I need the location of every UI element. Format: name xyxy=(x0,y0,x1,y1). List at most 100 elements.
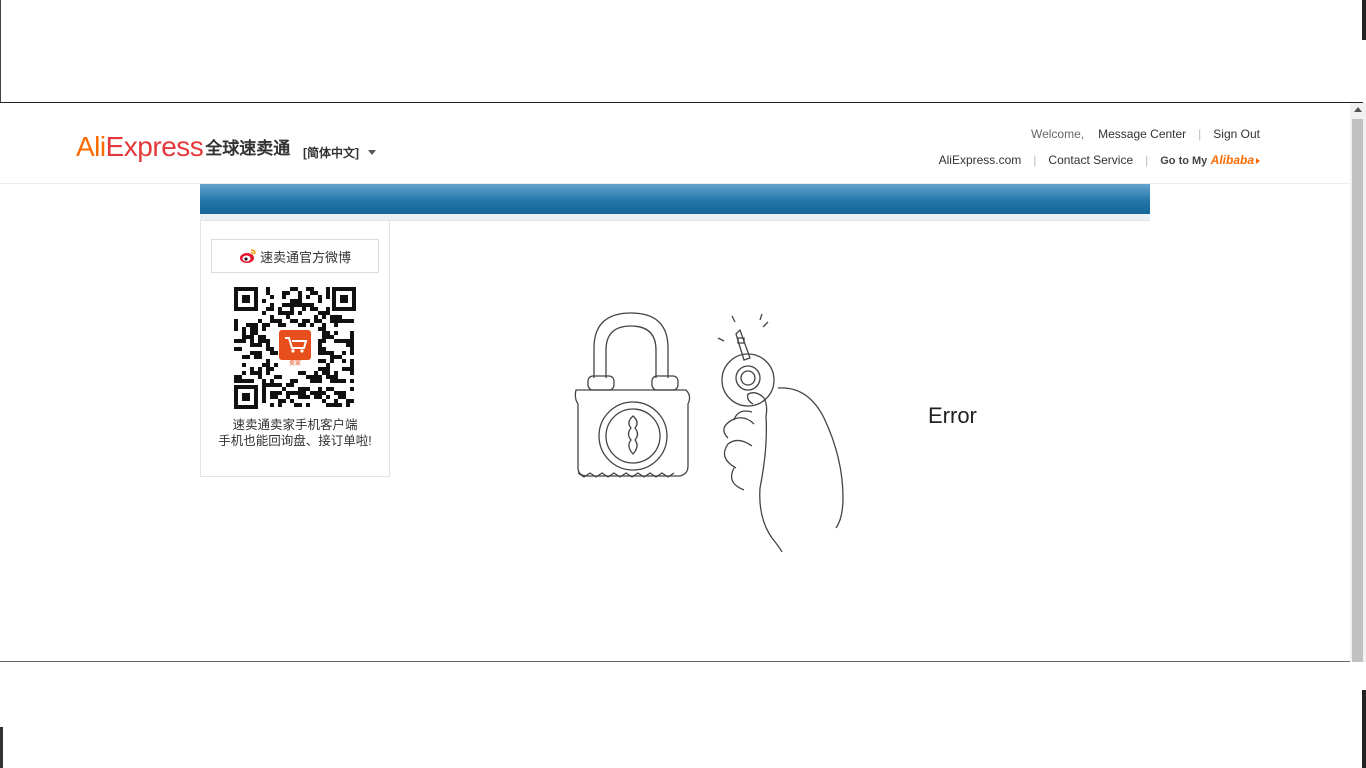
lock-illustration xyxy=(574,312,691,478)
qr-module xyxy=(346,339,350,343)
qr-module xyxy=(246,335,250,339)
qr-module xyxy=(322,331,326,335)
qr-module xyxy=(338,315,342,319)
qr-module xyxy=(250,335,254,339)
qr-module xyxy=(322,391,326,395)
qr-module xyxy=(290,311,294,315)
qr-module xyxy=(334,403,338,407)
qr-module xyxy=(294,303,298,307)
qr-module xyxy=(278,375,282,379)
qr-module xyxy=(342,351,346,355)
scroll-up-icon[interactable] xyxy=(1354,107,1362,112)
qr-module xyxy=(270,395,274,399)
qr-module xyxy=(238,347,242,351)
qr-module xyxy=(318,327,322,331)
qr-module xyxy=(326,403,330,407)
message-center-link[interactable]: Message Center xyxy=(1098,127,1186,141)
qr-module xyxy=(290,319,294,323)
vertical-scrollbar[interactable] xyxy=(1350,103,1366,663)
sign-out-link[interactable]: Sign Out xyxy=(1213,127,1260,141)
qr-module xyxy=(310,303,314,307)
qr-module xyxy=(274,351,278,355)
qr-module xyxy=(338,319,342,323)
qr-module xyxy=(258,367,262,371)
qr-module xyxy=(242,363,246,367)
window-edge xyxy=(1362,690,1366,768)
qr-module xyxy=(234,375,238,379)
qr-module xyxy=(270,391,274,395)
qr-module xyxy=(266,323,270,327)
qr-module xyxy=(246,379,250,383)
aliexpress-logo[interactable]: Ali Express 全球速卖通 xyxy=(76,132,290,162)
qr-module xyxy=(342,379,346,383)
alibaba-logo-text: Alibaba xyxy=(1210,153,1254,167)
qr-module xyxy=(302,395,306,399)
qr-module xyxy=(234,319,238,323)
qr-module xyxy=(254,331,258,335)
contact-service-link[interactable]: Contact Service xyxy=(1048,153,1133,167)
qr-module xyxy=(334,339,338,343)
qr-module xyxy=(330,315,334,319)
qr-module xyxy=(350,331,354,335)
weibo-button[interactable]: 速卖通官方微博 xyxy=(211,239,379,273)
qr-module xyxy=(246,355,250,359)
qr-module xyxy=(326,375,330,379)
qr-module xyxy=(342,359,346,363)
qr-module xyxy=(330,379,334,383)
qr-module xyxy=(266,347,270,351)
aliexpress-home-link[interactable]: AliExpress.com xyxy=(939,153,1022,167)
page: Ali Express 全球速卖通 [简体中文] Welcome, Message … xyxy=(0,103,1350,661)
qr-module xyxy=(318,391,322,395)
logo-express-text: Express xyxy=(105,131,204,162)
qr-module xyxy=(326,367,330,371)
qr-module xyxy=(350,319,354,323)
promo-line-1: 速卖通卖家手机客户端 xyxy=(232,418,358,432)
qr-module xyxy=(342,319,346,323)
qr-module xyxy=(242,379,246,383)
qr-module xyxy=(282,291,286,295)
qr-module xyxy=(258,343,262,347)
qr-module xyxy=(326,307,330,311)
qr-module xyxy=(266,307,270,311)
qr-module xyxy=(262,327,266,331)
qr-module xyxy=(270,295,274,299)
qr-module xyxy=(350,347,354,351)
go-to-my-alibaba-link[interactable]: Go to My Alibaba xyxy=(1160,153,1260,167)
qr-module xyxy=(322,359,326,363)
scroll-thumb[interactable] xyxy=(1352,119,1363,663)
qr-module xyxy=(314,395,318,399)
qr-module xyxy=(242,327,246,331)
account-links: Welcome, Message Center | Sign Out xyxy=(1031,127,1260,141)
qr-module xyxy=(250,339,254,343)
qr-module xyxy=(322,335,326,339)
qr-module xyxy=(278,391,282,395)
qr-module xyxy=(350,363,354,367)
qr-module xyxy=(298,323,302,327)
qr-module xyxy=(326,351,330,355)
qr-module xyxy=(342,367,346,371)
language-label: [简体中文] xyxy=(303,146,359,160)
qr-module xyxy=(298,295,302,299)
weibo-icon xyxy=(239,248,257,264)
qr-module xyxy=(326,387,330,391)
qr-module xyxy=(274,383,278,387)
qr-module xyxy=(286,395,290,399)
qr-module xyxy=(242,339,246,343)
qr-module xyxy=(322,367,326,371)
qr-module xyxy=(262,379,266,383)
qr-module xyxy=(318,379,322,383)
qr-module xyxy=(250,323,254,327)
language-selector[interactable]: [简体中文] xyxy=(303,144,376,161)
arrow-right-icon xyxy=(1256,158,1260,164)
qr-module xyxy=(294,403,298,407)
qr-module xyxy=(250,331,254,335)
qr-module xyxy=(306,303,310,307)
qr-module xyxy=(278,403,282,407)
qr-module xyxy=(262,395,266,399)
window-edge xyxy=(1362,0,1366,40)
qr-module xyxy=(318,395,322,399)
qr-module xyxy=(326,295,330,299)
qr-module xyxy=(334,371,338,375)
qr-module xyxy=(262,391,266,395)
qr-module xyxy=(290,299,294,303)
